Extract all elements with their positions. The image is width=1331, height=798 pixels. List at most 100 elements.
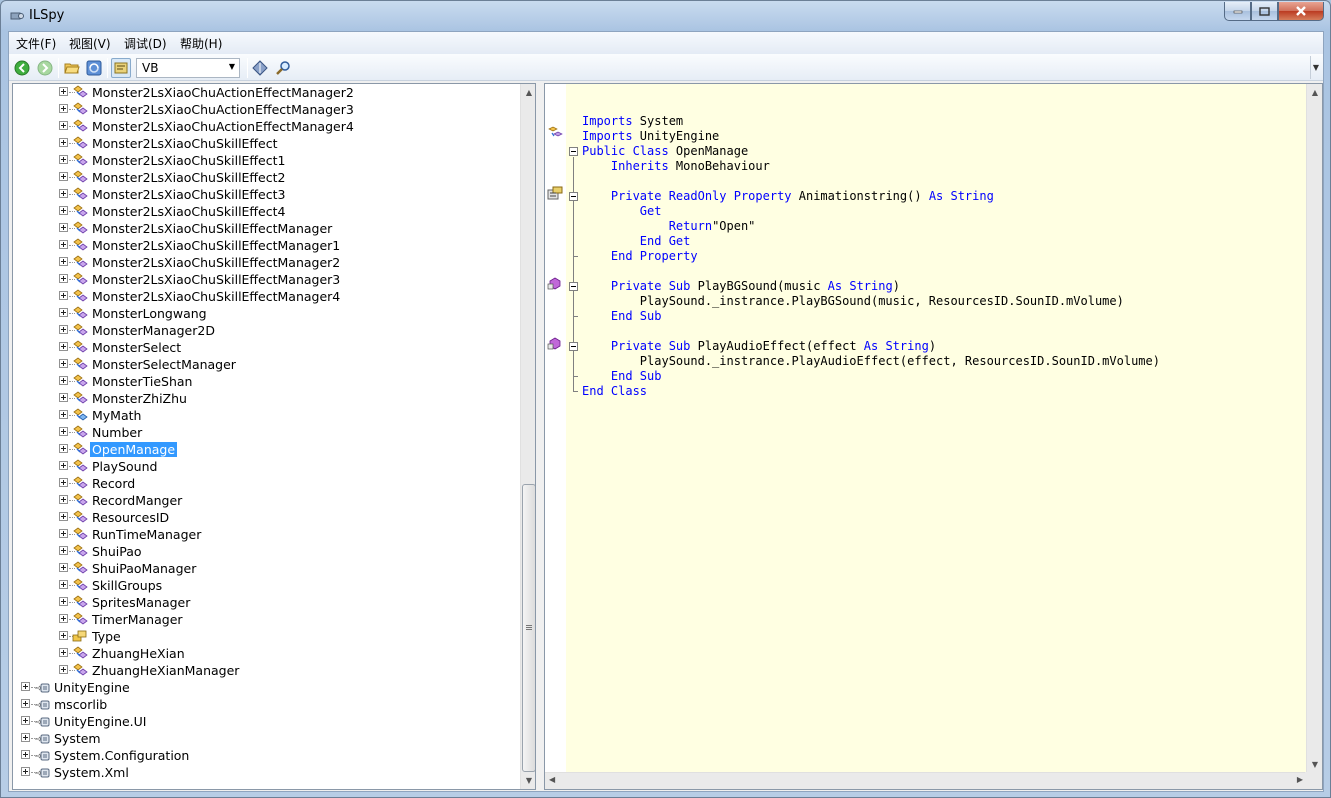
expand-plus-icon[interactable] [59,444,68,453]
fold-collapse-icon[interactable] [569,192,578,201]
tree-item-class[interactable]: Monster2LsXiaoChuSkillEffectManager [13,220,518,237]
tree-item-class[interactable]: RecordManger [13,492,518,509]
scroll-down-arrow-icon[interactable]: ▼ [1307,756,1322,773]
fold-collapse-icon[interactable] [569,282,578,291]
search-button[interactable] [273,58,293,78]
expand-plus-icon[interactable] [21,750,30,759]
manage-assembly-lists-button[interactable] [250,58,270,78]
menu-file[interactable]: 文件(F) [16,35,56,52]
expand-plus-icon[interactable] [59,563,68,572]
language-dropdown[interactable]: VB ▼ [136,58,240,78]
tree-item-class[interactable]: SkillGroups [13,577,518,594]
code-vertical-scrollbar[interactable]: ▲ ▼ [1306,84,1322,773]
expand-plus-icon[interactable] [59,529,68,538]
tree-item-class[interactable]: RunTimeManager [13,526,518,543]
expand-plus-icon[interactable] [59,291,68,300]
expand-plus-icon[interactable] [59,546,68,555]
tree-item-class[interactable]: Monster2LsXiaoChuSkillEffectManager2 [13,254,518,271]
tree-item-class[interactable]: MonsterLongwang [13,305,518,322]
code-horizontal-scrollbar[interactable]: ◀ ▶ [545,772,1307,789]
tree-item-class[interactable]: ResourcesID [13,509,518,526]
open-button[interactable] [62,58,82,78]
expand-plus-icon[interactable] [59,223,68,232]
minimize-button[interactable] [1224,2,1251,21]
expand-plus-icon[interactable] [59,512,68,521]
code-line[interactable]: Imports UnityEngine [582,129,719,144]
title-bar[interactable]: ILSpy [1,1,1330,31]
expand-plus-icon[interactable] [59,172,68,181]
code-line[interactable]: PlaySound._instrance.PlayAudioEffect(eff… [582,354,1160,369]
tree-item-class[interactable]: Record [13,475,518,492]
expand-plus-icon[interactable] [59,478,68,487]
scroll-up-arrow-icon[interactable]: ▲ [1307,84,1322,101]
tree-item-assembly[interactable]: UnityEngine.UI [13,713,518,730]
scroll-right-arrow-icon[interactable]: ▶ [1297,775,1303,784]
expand-plus-icon[interactable] [21,733,30,742]
code-line[interactable]: Private Sub PlayAudioEffect(effect As St… [582,339,936,354]
tree-item-class[interactable]: SpritesManager [13,594,518,611]
tree-item-class[interactable]: ShuiPaoManager [13,560,518,577]
maximize-button[interactable] [1251,2,1278,21]
expand-plus-icon[interactable] [59,614,68,623]
code-line[interactable]: End Sub [582,309,662,324]
tree-item-class[interactable]: Monster2LsXiaoChuSkillEffect2 [13,169,518,186]
tree-item-class[interactable]: Monster2LsXiaoChuSkillEffectManager3 [13,271,518,288]
tree-item-class[interactable]: Monster2LsXiaoChuSkillEffectManager4 [13,288,518,305]
expand-plus-icon[interactable] [59,359,68,368]
forward-button[interactable] [35,58,55,78]
tree-item-class[interactable]: Monster2LsXiaoChuActionEffectManager2 [13,84,518,101]
decompiled-code-view[interactable]: Imports System Imports UnityEngine Public … [544,83,1323,790]
expand-plus-icon[interactable] [21,716,30,725]
tree-item-class[interactable]: ShuiPao [13,543,518,560]
expand-plus-icon[interactable] [59,410,68,419]
scroll-up-arrow-icon[interactable]: ▲ [521,84,535,101]
code-line[interactable]: End Property [582,249,698,264]
tree-item-class[interactable]: TimerManager [13,611,518,628]
expand-plus-icon[interactable] [59,665,68,674]
code-line[interactable]: Inherits MonoBehaviour [582,159,770,174]
expand-plus-icon[interactable] [59,376,68,385]
expand-plus-icon[interactable] [59,257,68,266]
tree-item-class[interactable]: MonsterSelect [13,339,518,356]
tree-item-assembly[interactable]: System.Configuration [13,747,518,764]
tree-item-class[interactable]: MonsterManager2D [13,322,518,339]
tree-item-class[interactable]: Monster2LsXiaoChuActionEffectManager4 [13,118,518,135]
tree-item-class[interactable]: Monster2LsXiaoChuSkillEffect [13,135,518,152]
show-internal-api-button[interactable] [111,58,131,78]
tree-item-class[interactable]: Monster2LsXiaoChuSkillEffectManager1 [13,237,518,254]
code-line[interactable]: End Sub [582,369,662,384]
tree-item-class[interactable]: MyMath [13,407,518,424]
code-line[interactable]: Private Sub PlayBGSound(music As String) [582,279,900,294]
pane-splitter[interactable] [536,83,544,790]
expand-plus-icon[interactable] [59,597,68,606]
expand-plus-icon[interactable] [59,580,68,589]
expand-plus-icon[interactable] [59,189,68,198]
expand-plus-icon[interactable] [59,155,68,164]
code-line[interactable]: Imports System [582,114,683,129]
scroll-down-arrow-icon[interactable]: ▼ [521,772,535,789]
tree-scroll-thumb[interactable] [522,484,535,772]
code-line[interactable]: Public Class OpenManage [582,144,748,159]
reload-button[interactable] [84,58,104,78]
expand-plus-icon[interactable] [59,138,68,147]
tree-item-class[interactable]: Monster2LsXiaoChuSkillEffect3 [13,186,518,203]
tree-item-class[interactable]: MonsterSelectManager [13,356,518,373]
tree-item-class[interactable]: MonsterTieShan [13,373,518,390]
expand-plus-icon[interactable] [59,121,68,130]
tree-item-class[interactable]: PlaySound [13,458,518,475]
expand-plus-icon[interactable] [59,393,68,402]
tree-item-assembly[interactable]: UnityEngine [13,679,518,696]
fold-collapse-icon[interactable] [569,342,578,351]
tree-item-assembly[interactable]: mscorlib [13,696,518,713]
tree-item-class[interactable]: Monster2LsXiaoChuActionEffectManager3 [13,101,518,118]
expand-plus-icon[interactable] [59,325,68,334]
tree-item-class[interactable]: MonsterZhiZhu [13,390,518,407]
expand-plus-icon[interactable] [59,461,68,470]
tree-item-assembly[interactable]: System.Xml [13,764,518,781]
assembly-tree[interactable]: Monster2LsXiaoChuActionEffectManager2 Mon… [12,83,536,790]
expand-plus-icon[interactable] [59,274,68,283]
expand-plus-icon[interactable] [59,648,68,657]
expand-plus-icon[interactable] [21,682,30,691]
tree-item-class[interactable]: OpenManage [13,441,518,458]
scroll-left-arrow-icon[interactable]: ◀ [549,775,555,784]
